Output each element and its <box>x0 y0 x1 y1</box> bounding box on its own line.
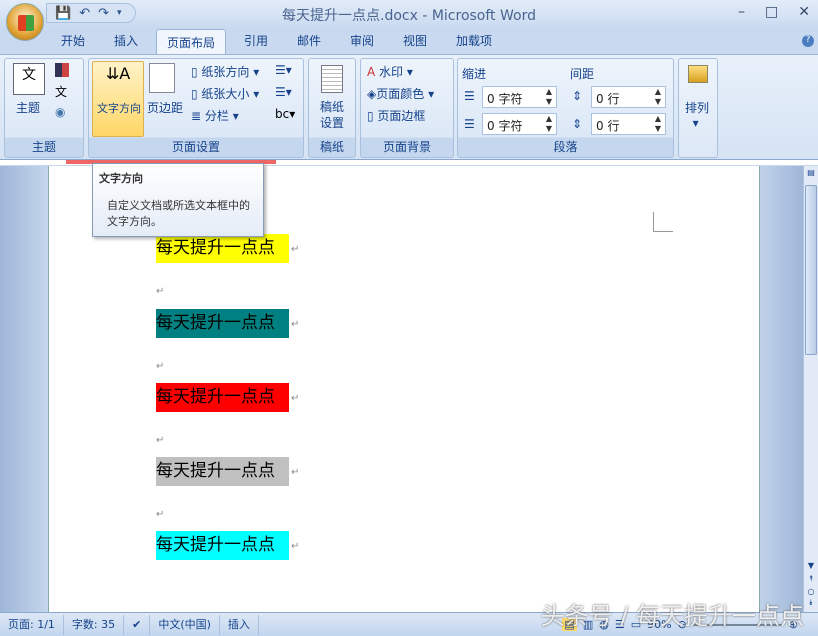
save-icon[interactable]: 💾 <box>55 6 71 21</box>
document-line[interactable]: 每天提升一点点 <box>156 383 289 412</box>
size-icon: ▯ <box>191 87 202 101</box>
page-borders-button[interactable]: ▯ 页面边框 <box>367 107 425 124</box>
group-label-paragraph: 段落 <box>553 140 578 154</box>
arrange-icon <box>688 65 708 83</box>
spinner-arrows-icon[interactable]: ▲ ▼ <box>546 87 552 107</box>
document-line[interactable]: 每天提升一点点 <box>156 457 289 486</box>
paint-bucket-icon: ◈ <box>367 87 377 101</box>
orientation-icon: ▯ <box>191 65 202 79</box>
redo-icon[interactable]: ↷ <box>98 6 109 21</box>
spinner-arrows-icon[interactable]: ▲ ▼ <box>655 114 661 134</box>
text-direction-icon: ⇊A <box>105 64 131 83</box>
theme-effects-icon[interactable]: ◉ <box>55 105 65 119</box>
document-line[interactable]: 每天提升一点点 <box>156 531 289 560</box>
group-paragraph: 缩进 间距 ☰ ☰ ⇕ ⇕ 0 字符 ▲ ▼ 0 字符 ▲ ▼ 0 行 ▲ ▼ 0 行 ▲ ▼ … <box>457 58 674 158</box>
theme-fonts-icon[interactable]: 文 <box>55 83 67 100</box>
scrollbar-thumb[interactable] <box>805 185 817 355</box>
text-direction-button[interactable]: ⇊A 文字方向 <box>92 61 144 137</box>
indent-right-icon: ☰ <box>464 117 475 131</box>
document-line[interactable]: 每天提升一点点 <box>156 234 289 263</box>
group-page-background: A 水印 ▾ ◈页面颜色 ▾ ▯ 页面边框 页面背景 <box>360 58 454 158</box>
margins-button[interactable]: 页边距 <box>147 99 183 116</box>
spacing-label: 间距 <box>570 67 595 81</box>
group-label-page-setup: 页面设置 <box>171 140 220 154</box>
indent-left-input[interactable]: 0 字符 ▲ ▼ <box>482 86 557 108</box>
language-indicator[interactable]: 中文(中国) <box>150 614 220 635</box>
view-ruler-icon[interactable]: ▤ <box>804 168 818 177</box>
office-logo-icon <box>18 15 34 31</box>
margins-icon <box>149 63 175 93</box>
group-manuscript: 稿纸设置 稿纸 <box>308 58 356 158</box>
tab-view[interactable]: 视图 <box>403 32 427 49</box>
next-page-icon[interactable]: ⯯ <box>804 598 818 608</box>
tooltip-body: 自定义文档或所选文本框中的文字方向。 <box>107 199 250 228</box>
group-themes: 文 主题 文 ◉ 主题 <box>4 58 84 158</box>
orientation-button[interactable]: ▯ 纸张方向 ▾ <box>191 63 259 80</box>
group-label-page-background: 页面背景 <box>382 140 431 154</box>
browse-object-icon[interactable]: ○ <box>804 587 818 596</box>
columns-icon: ≣ <box>191 109 205 123</box>
spacing-after-icon: ⇕ <box>572 117 583 131</box>
tab-references[interactable]: 引用 <box>244 32 268 49</box>
ribbon-tabs: 开始 插入 页面布局 引用 邮件 审阅 视图 加载项 ? <box>0 28 818 55</box>
undo-icon[interactable]: ↶ <box>79 6 90 21</box>
group-arrange: 排列 ▾ <box>678 58 718 158</box>
page-count[interactable]: 页面: 1/1 <box>0 614 64 635</box>
document-line[interactable]: 每天提升一点点 <box>156 309 289 338</box>
theme-icon[interactable]: 文 <box>13 63 45 95</box>
hyphenation-icon[interactable]: bc▾ <box>275 107 295 121</box>
scroll-down-icon[interactable]: ▼ <box>804 561 818 570</box>
themes-button[interactable]: 主题 <box>16 99 40 116</box>
office-button[interactable] <box>6 3 44 41</box>
spacing-after-input[interactable]: 0 行 ▲ ▼ <box>591 113 666 135</box>
line-numbers-icon[interactable]: ☰▾ <box>275 85 292 99</box>
watermark-overlay: 头条号 / 每天提升一点点 <box>540 602 804 630</box>
indent-left-icon: ☰ <box>464 89 475 103</box>
watermark-icon: A <box>367 65 380 79</box>
page-color-button[interactable]: ◈页面颜色 ▾ <box>367 85 434 102</box>
help-icon[interactable]: ? <box>802 35 814 47</box>
maximize-button[interactable]: □ <box>765 4 778 20</box>
margin-corner-mark <box>653 212 673 232</box>
insert-mode[interactable]: 插入 <box>220 614 259 635</box>
manuscript-settings-button[interactable]: 稿纸设置 <box>320 99 346 131</box>
spacing-before-icon: ⇕ <box>572 89 583 103</box>
size-button[interactable]: ▯ 纸张大小 ▾ <box>191 85 259 102</box>
manuscript-icon <box>321 65 343 93</box>
indent-label: 缩进 <box>462 67 487 81</box>
page-border-icon: ▯ <box>367 109 378 123</box>
group-page-setup: ⇊A 文字方向 页边距 ▯ 纸张方向 ▾ ▯ 纸张大小 ▾ ≣ 分栏 ▾ ☰▾ … <box>88 58 304 158</box>
group-label-manuscript: 稿纸 <box>319 140 344 154</box>
tooltip-title: 文字方向 <box>99 172 143 185</box>
tab-insert[interactable]: 插入 <box>114 32 138 49</box>
theme-colors-icon[interactable] <box>55 63 69 77</box>
spacing-before-input[interactable]: 0 行 ▲ ▼ <box>591 86 666 108</box>
close-button[interactable]: ✕ <box>798 4 810 20</box>
tab-review[interactable]: 审阅 <box>350 32 374 49</box>
tab-addins[interactable]: 加载项 <box>456 32 492 49</box>
indent-right-input[interactable]: 0 字符 ▲ ▼ <box>482 113 557 135</box>
watermark-button[interactable]: A 水印 ▾ <box>367 63 413 80</box>
tab-mailings[interactable]: 邮件 <box>297 32 321 49</box>
tooltip: 文字方向 自定义文档或所选文本框中的文字方向。 <box>92 163 264 237</box>
word-count[interactable]: 字数: 35 <box>64 614 125 635</box>
spinner-arrows-icon[interactable]: ▲ ▼ <box>655 87 661 107</box>
arrange-button[interactable]: 排列 ▾ <box>685 99 709 130</box>
customize-qat-icon[interactable]: ▾ <box>117 8 122 18</box>
columns-button[interactable]: ≣ 分栏 ▾ <box>191 107 239 124</box>
tab-home[interactable]: 开始 <box>61 32 85 49</box>
proofing-icon[interactable]: ✔ <box>124 614 151 635</box>
spinner-arrows-icon[interactable]: ▲ ▼ <box>546 114 552 134</box>
tab-page-layout[interactable]: 页面布局 <box>156 29 227 55</box>
quick-access-toolbar: 💾 ↶ ↷ ▾ <box>46 3 136 23</box>
previous-page-icon[interactable]: ⯭ <box>804 574 818 584</box>
group-label-themes: 主题 <box>31 140 56 154</box>
breaks-icon[interactable]: ☰▾ <box>275 63 292 77</box>
ribbon: 文 主题 文 ◉ 主题 ⇊A 文字方向 页边距 ▯ 纸张方向 ▾ ▯ 纸张大小 … <box>0 54 818 160</box>
minimize-button[interactable]: – <box>738 4 745 20</box>
